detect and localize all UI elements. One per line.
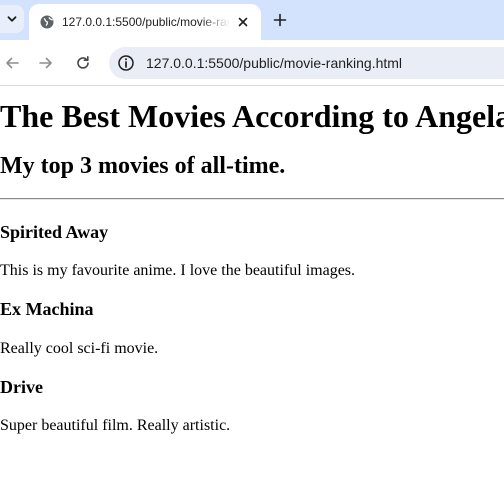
- tab-strip: 127.0.0.1:5500/public/movie-ranking.html: [0, 0, 504, 40]
- movie-description: This is my favourite anime. I love the b…: [0, 262, 356, 279]
- horizontal-rule: [0, 198, 504, 200]
- page-content: The Best Movies According to Angela My t…: [0, 86, 504, 503]
- reload-icon: [77, 56, 89, 69]
- movie-title: Spirited Away: [0, 222, 109, 242]
- movie-title: Drive: [0, 377, 43, 397]
- tab-title: 127.0.0.1:5500/public/movie-ranking.html: [62, 15, 230, 29]
- plus-icon: [273, 13, 287, 27]
- tab-close-button[interactable]: [235, 14, 251, 30]
- arrow-right-icon: [39, 57, 52, 69]
- address-bar[interactable]: 127.0.0.1:5500/public/movie-ranking.html: [109, 47, 504, 79]
- new-tab-button[interactable]: [268, 8, 292, 32]
- back-button[interactable]: [0, 51, 24, 75]
- page-title: The Best Movies According to Angela: [0, 98, 504, 134]
- globe-icon: [40, 15, 54, 29]
- movie-title: Ex Machina: [0, 299, 94, 319]
- forward-button[interactable]: [34, 51, 58, 75]
- toolbar: 127.0.0.1:5500/public/movie-ranking.html: [0, 40, 504, 85]
- reload-button[interactable]: [71, 51, 95, 75]
- active-tab[interactable]: 127.0.0.1:5500/public/movie-ranking.html: [29, 4, 261, 40]
- movie-description: Super beautiful film. Really artistic.: [0, 417, 231, 434]
- site-info-icon[interactable]: [117, 54, 135, 72]
- chevron-down-icon: [7, 16, 17, 22]
- arrow-left-icon: [6, 57, 19, 69]
- movie-description: Really cool sci-fi movie.: [0, 340, 159, 357]
- url-text[interactable]: 127.0.0.1:5500/public/movie-ranking.html: [146, 54, 402, 72]
- page-subtitle: My top 3 movies of all-time.: [0, 153, 286, 179]
- tab-search-button[interactable]: [0, 5, 24, 33]
- close-icon: [238, 17, 248, 27]
- browser-chrome: 127.0.0.1:5500/public/movie-ranking.html: [0, 0, 504, 85]
